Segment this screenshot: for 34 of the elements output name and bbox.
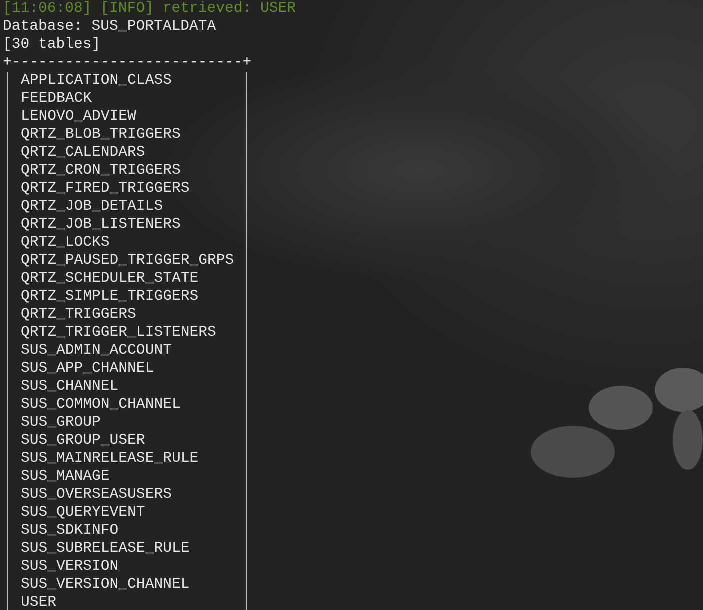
table-name: QRTZ_SCHEDULER_STATE [21, 270, 199, 288]
table-name: SUS_GROUP_USER [21, 432, 146, 450]
table-name: SUS_OVERSEASUSERS [21, 486, 172, 504]
table-name: APPLICATION_CLASS [21, 72, 172, 90]
log-line: [11:06:08] [INFO] retrieved: USER [3, 0, 296, 18]
table-name: QRTZ_LOCKS [21, 234, 110, 252]
table-name: QRTZ_TRIGGER_LISTENERS [21, 324, 216, 342]
table-name: LENOVO_ADVIEW [21, 108, 136, 126]
table-name: QRTZ_SIMPLE_TRIGGERS [21, 288, 199, 306]
table-name: QRTZ_JOB_DETAILS [21, 198, 164, 216]
table-border: +--------------------------+ [3, 54, 252, 72]
table-name: QRTZ_JOB_LISTENERS [21, 216, 181, 234]
table-name: QRTZ_CRON_TRIGGERS [21, 162, 181, 180]
table-count: [30 tables] [3, 36, 101, 54]
table-name: QRTZ_TRIGGERS [21, 306, 136, 324]
table-name: SUS_VERSION_CHANNEL [21, 576, 190, 594]
table-name: QRTZ_PAUSED_TRIGGER_GRPS [21, 252, 234, 270]
table-name: SUS_APP_CHANNEL [21, 360, 154, 378]
table-name: SUS_ADMIN_ACCOUNT [21, 342, 172, 360]
table-name: SUS_MANAGE [21, 468, 110, 486]
table-name: QRTZ_CALENDARS [21, 144, 146, 162]
database-line: Database: SUS_PORTALDATA [3, 18, 216, 36]
table-name: SUS_QUERYEVENT [21, 504, 146, 522]
table-name: SUS_GROUP [21, 414, 101, 432]
table-name: SUS_SDKINFO [21, 522, 119, 540]
table-name: SUS_MAINRELEASE_RULE [21, 450, 199, 468]
table-name: FEEDBACK [21, 90, 92, 108]
table-name: SUS_CHANNEL [21, 378, 119, 396]
table-name: SUS_COMMON_CHANNEL [21, 396, 181, 414]
table-name: USER [21, 594, 57, 610]
table-name: SUS_VERSION [21, 558, 119, 576]
table-name: QRTZ_FIRED_TRIGGERS [21, 180, 190, 198]
table-name: QRTZ_BLOB_TRIGGERS [21, 126, 181, 144]
table-name: SUS_SUBRELEASE_RULE [21, 540, 190, 558]
